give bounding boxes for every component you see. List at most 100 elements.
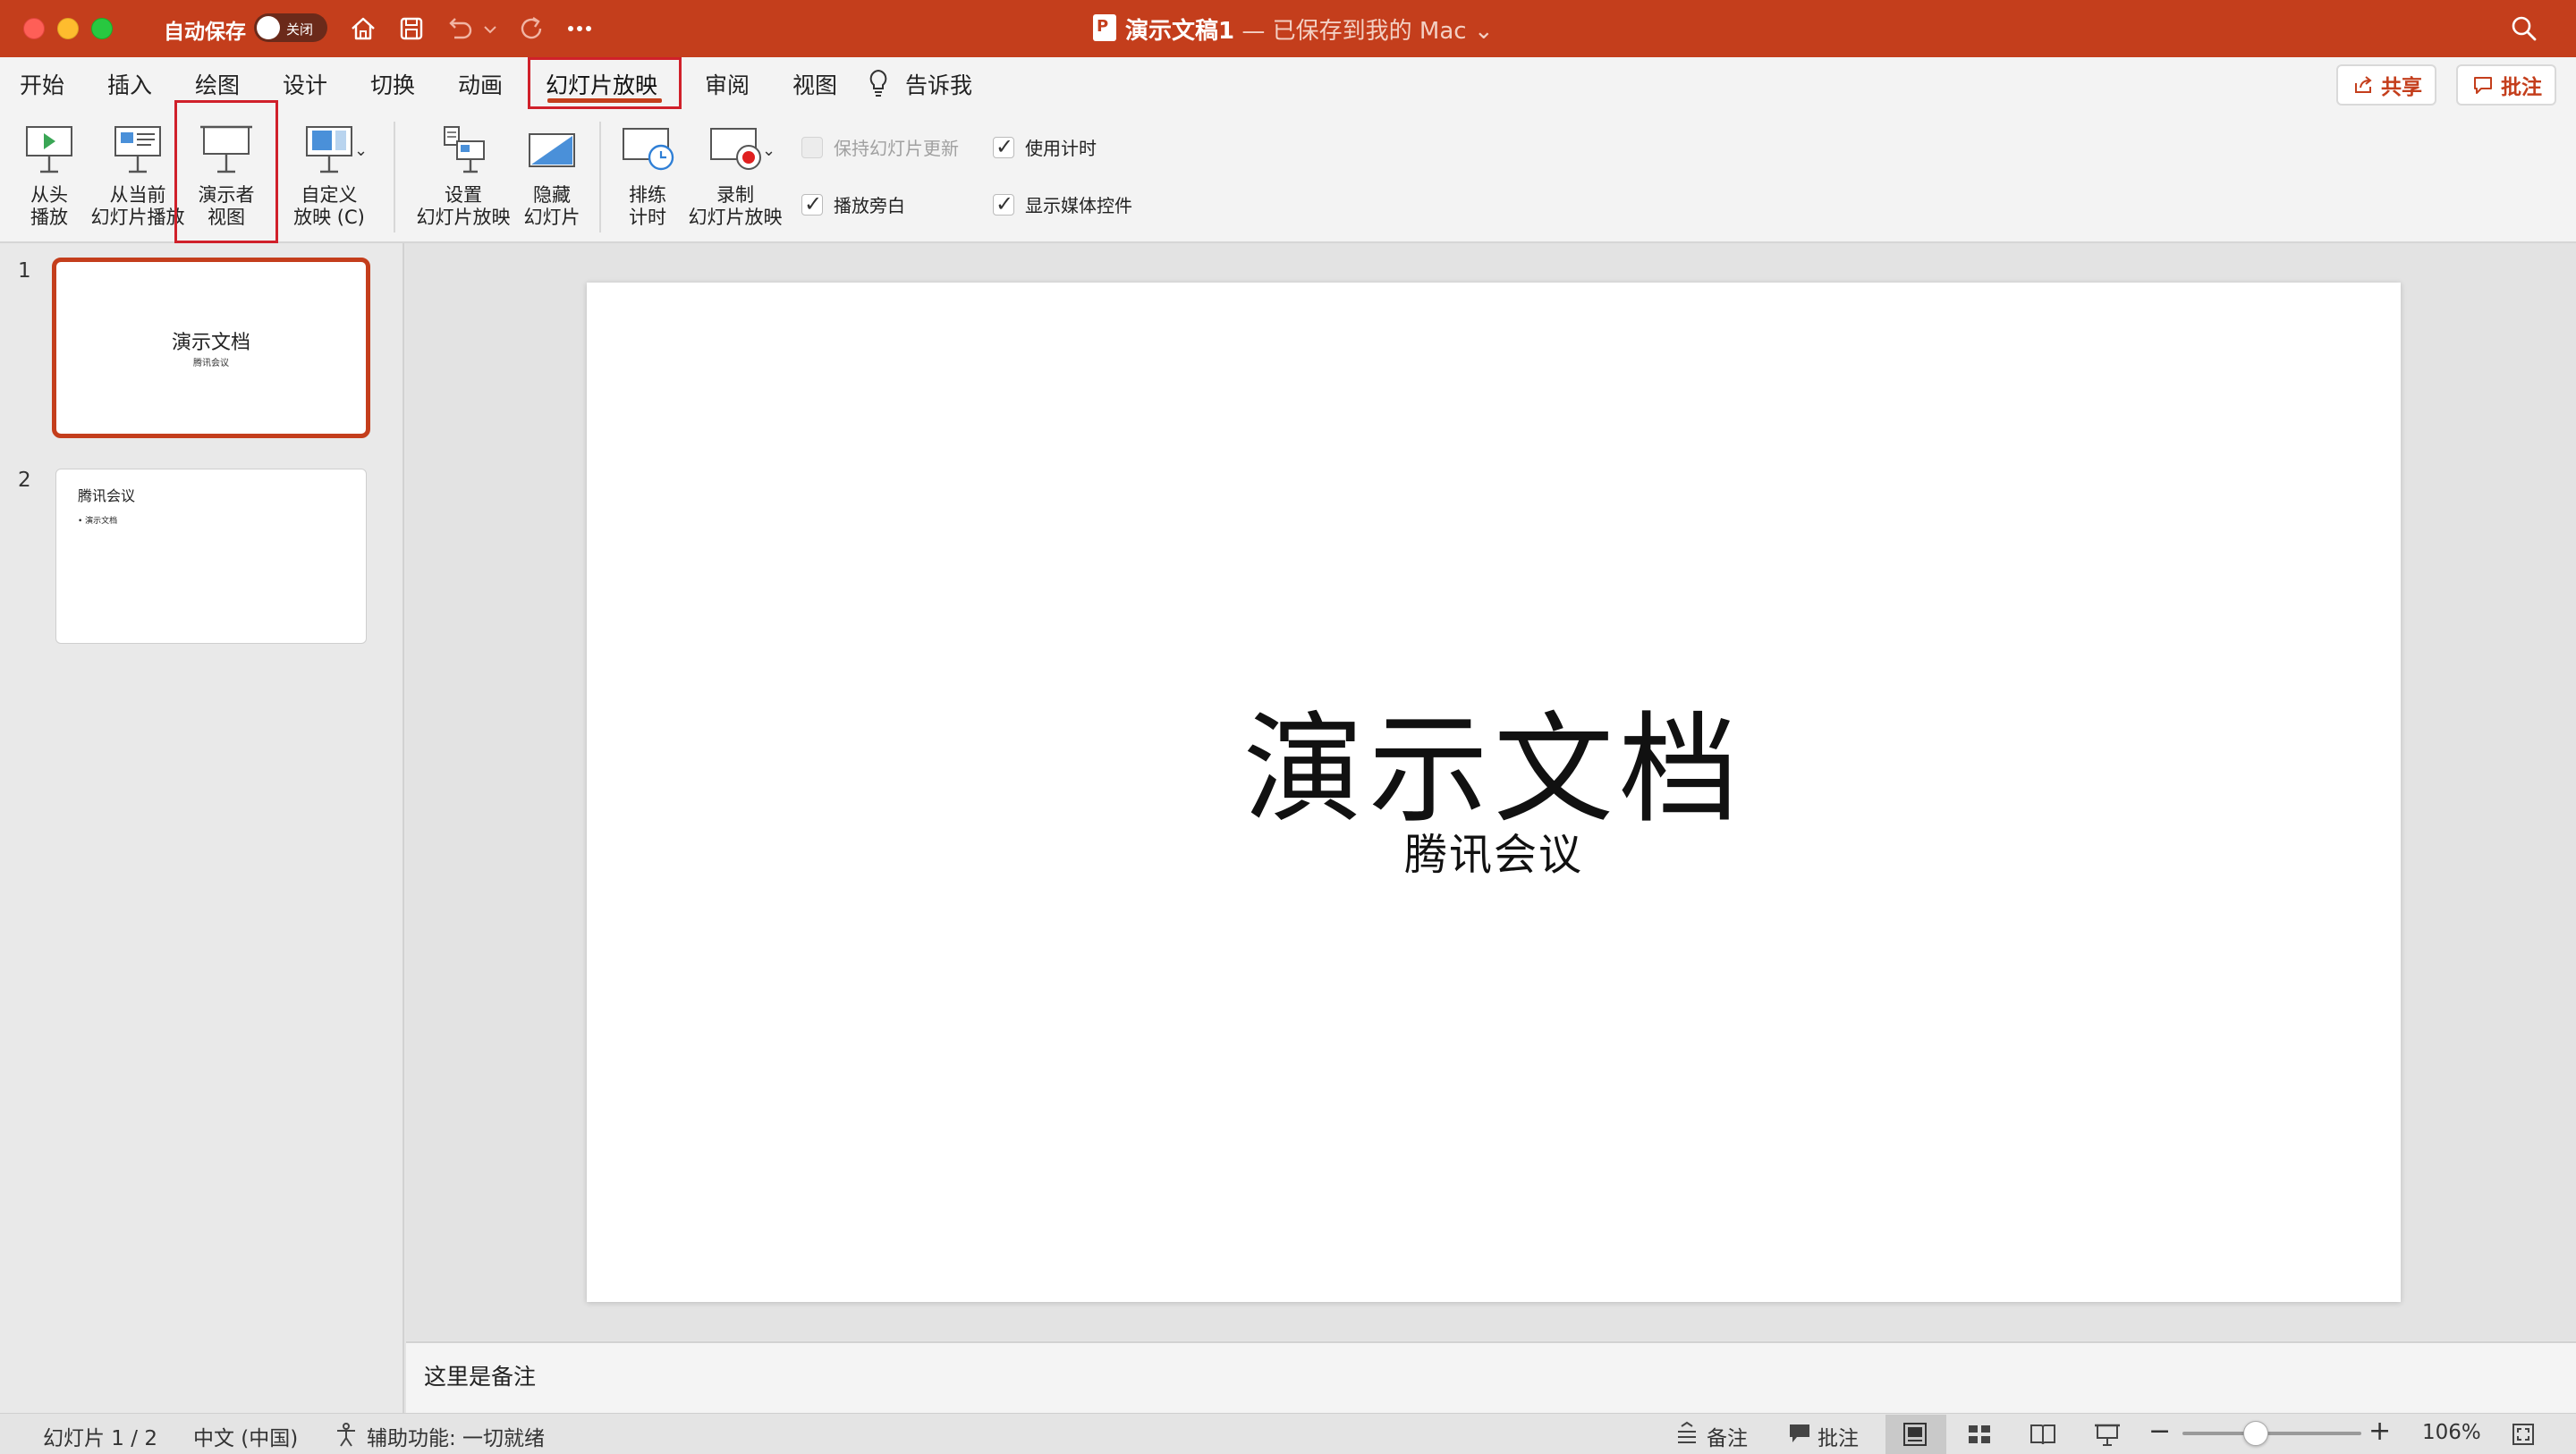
custom-show-line2: 放映 (C) (293, 207, 365, 228)
tab-design[interactable]: 设计 (283, 68, 327, 100)
share-icon (2355, 76, 2372, 93)
zoom-slider-thumb[interactable] (2243, 1421, 2268, 1446)
setup-slide-show-line1: 设置 (445, 184, 482, 206)
share-button[interactable]: 共享 (2336, 64, 2436, 106)
slide-thumbnail-2[interactable]: 腾讯会议 • 演示文档 (55, 469, 367, 644)
rehearse-timings-line1: 排练 (629, 184, 666, 206)
comments-label: 批注 (2501, 76, 2542, 99)
comment-icon[interactable] (1787, 1421, 1812, 1446)
custom-show-icon (306, 126, 352, 173)
autosave-label: 自动保存 (164, 21, 246, 44)
thumbnail-title: 腾讯会议 (78, 487, 136, 504)
save-status: — 已保存到我的 Mac (1234, 18, 1467, 45)
tab-home[interactable]: 开始 (20, 68, 64, 100)
comments-button[interactable]: 批注 (2456, 64, 2556, 106)
slide-subtitle[interactable]: 腾讯会议 (587, 819, 2401, 882)
title-chevron-down-icon: ⌄ (1466, 18, 1494, 45)
zoom-level[interactable]: 106% (2422, 1421, 2481, 1444)
custom-show-line1: 自定义 (301, 184, 358, 206)
tab-transitions[interactable]: 切换 (370, 68, 415, 100)
slide-thumbnail-panel[interactable]: 1 演示文档 腾讯会议 2 腾讯会议 • 演示文档 (0, 243, 404, 1413)
rehearse-timings-icon (623, 128, 674, 171)
window-minimize-button[interactable] (57, 18, 79, 39)
play-from-current-line1: 从当前 (109, 184, 166, 206)
tell-me-label[interactable]: 告诉我 (905, 68, 972, 100)
play-from-current-line2: 幻灯片播放 (90, 207, 185, 228)
presenter-view-highlight (174, 100, 278, 243)
play-from-start-button[interactable]: 从头 播放 (16, 122, 82, 229)
record-slide-show-line2: 幻灯片放映 (688, 207, 783, 228)
comment-icon (2474, 77, 2492, 94)
setup-slide-show-button[interactable]: 设置 幻灯片放映 (413, 122, 513, 229)
comments-toggle-label[interactable]: 批注 (1818, 1421, 1859, 1451)
hide-slide-button[interactable]: 隐藏 幻灯片 (519, 122, 585, 229)
play-from-start-line1: 从头 (30, 184, 68, 206)
ribbon-toolbar: 从头 播放 从当前 幻灯片播放 演示者 视图 自定义 放映 (C) ⌄ 设置 幻… (0, 111, 2576, 243)
hide-slide-line2: 幻灯片 (523, 207, 580, 228)
home-icon[interactable] (345, 11, 381, 46)
redo-icon[interactable] (513, 11, 549, 46)
autosave-state: 关闭 (286, 21, 314, 38)
hide-slide-icon (529, 133, 575, 167)
zoom-in-button[interactable]: + (2368, 1416, 2391, 1447)
play-from-current-button[interactable]: 从当前 幻灯片播放 (89, 122, 186, 229)
checkbox-box (801, 191, 823, 216)
reading-view-icon[interactable] (2029, 1421, 2057, 1448)
play-narrations-checkbox[interactable]: 播放旁白 (801, 191, 905, 217)
use-timings-checkbox[interactable]: 使用计时 (993, 134, 1097, 160)
notes-pane[interactable]: 这里是备注 (406, 1341, 2576, 1413)
zoom-out-button[interactable]: − (2148, 1416, 2171, 1447)
tab-view[interactable]: 视图 (792, 68, 837, 100)
notes-text[interactable]: 这里是备注 (424, 1359, 536, 1391)
rehearse-timings-button[interactable]: 排练 计时 (615, 122, 680, 229)
checkbox-box (801, 136, 823, 158)
tab-animations[interactable]: 动画 (458, 68, 503, 100)
window-close-button[interactable] (23, 18, 45, 39)
keep-slides-updated-label: 保持幻灯片更新 (834, 138, 959, 159)
current-slide[interactable]: 演示文档 腾讯会议 (587, 283, 2401, 1302)
slide-number: 1 (18, 259, 31, 283)
record-slide-show-button[interactable]: 录制 幻灯片放映 (685, 122, 785, 229)
setup-slide-show-line2: 幻灯片放映 (416, 207, 511, 228)
share-label: 共享 (2381, 76, 2422, 99)
slide-number: 2 (18, 469, 31, 492)
accessibility-icon[interactable] (333, 1421, 360, 1448)
tab-insert[interactable]: 插入 (107, 68, 152, 100)
fit-to-window-icon[interactable] (2510, 1421, 2537, 1448)
search-icon[interactable] (2506, 11, 2542, 46)
undo-icon[interactable] (442, 11, 478, 46)
thumbnail-bullet: • 演示文档 (78, 517, 118, 526)
window-title[interactable]: 演示文稿1 — 已保存到我的 Mac ⌄ (1125, 13, 1494, 46)
ribbon-tab-bar: 开始 插入 绘图 设计 切换 动画 幻灯片放映 审阅 视图 告诉我 (0, 57, 2576, 111)
play-narrations-label: 播放旁白 (834, 195, 905, 216)
slide-sorter-icon[interactable] (1966, 1421, 1993, 1448)
window-zoom-button[interactable] (91, 18, 113, 39)
notes-toggle-label[interactable]: 备注 (1707, 1421, 1748, 1451)
hide-slide-line1: 隐藏 (533, 184, 571, 206)
tab-review[interactable]: 审阅 (705, 68, 750, 100)
lightbulb-icon[interactable] (868, 68, 889, 98)
zoom-slider[interactable] (2182, 1432, 2361, 1435)
custom-show-button[interactable]: 自定义 放映 (C) (284, 122, 374, 229)
language-indicator[interactable]: 中文 (中国) (193, 1421, 298, 1451)
keep-slides-updated-checkbox: 保持幻灯片更新 (801, 134, 959, 160)
custom-show-chevron-down-icon[interactable]: ⌄ (354, 141, 368, 160)
save-icon[interactable] (394, 11, 429, 46)
autosave-toggle[interactable]: 关闭 (254, 13, 327, 42)
accessibility-status[interactable]: 辅助功能: 一切就绪 (367, 1421, 545, 1451)
rehearse-timings-line2: 计时 (629, 207, 666, 228)
checkbox-box (993, 134, 1014, 159)
record-chevron-down-icon[interactable]: ⌄ (762, 141, 775, 160)
slide-thumbnail-1[interactable]: 演示文档 腾讯会议 (52, 258, 370, 438)
undo-dropdown-chevron-icon[interactable] (479, 11, 501, 46)
slide-show-view-icon[interactable] (2093, 1421, 2122, 1448)
thumbnail-subtitle: 腾讯会议 (193, 359, 229, 368)
setup-slide-show-icon (444, 126, 485, 173)
show-media-controls-checkbox[interactable]: 显示媒体控件 (993, 191, 1132, 217)
normal-view-icon[interactable] (1902, 1421, 1928, 1448)
use-timings-label: 使用计时 (1025, 138, 1097, 159)
tab-draw[interactable]: 绘图 (195, 68, 240, 100)
notes-icon[interactable] (1674, 1421, 1699, 1446)
more-icon[interactable] (562, 11, 597, 46)
slide-counter: 幻灯片 1 / 2 (43, 1427, 157, 1450)
